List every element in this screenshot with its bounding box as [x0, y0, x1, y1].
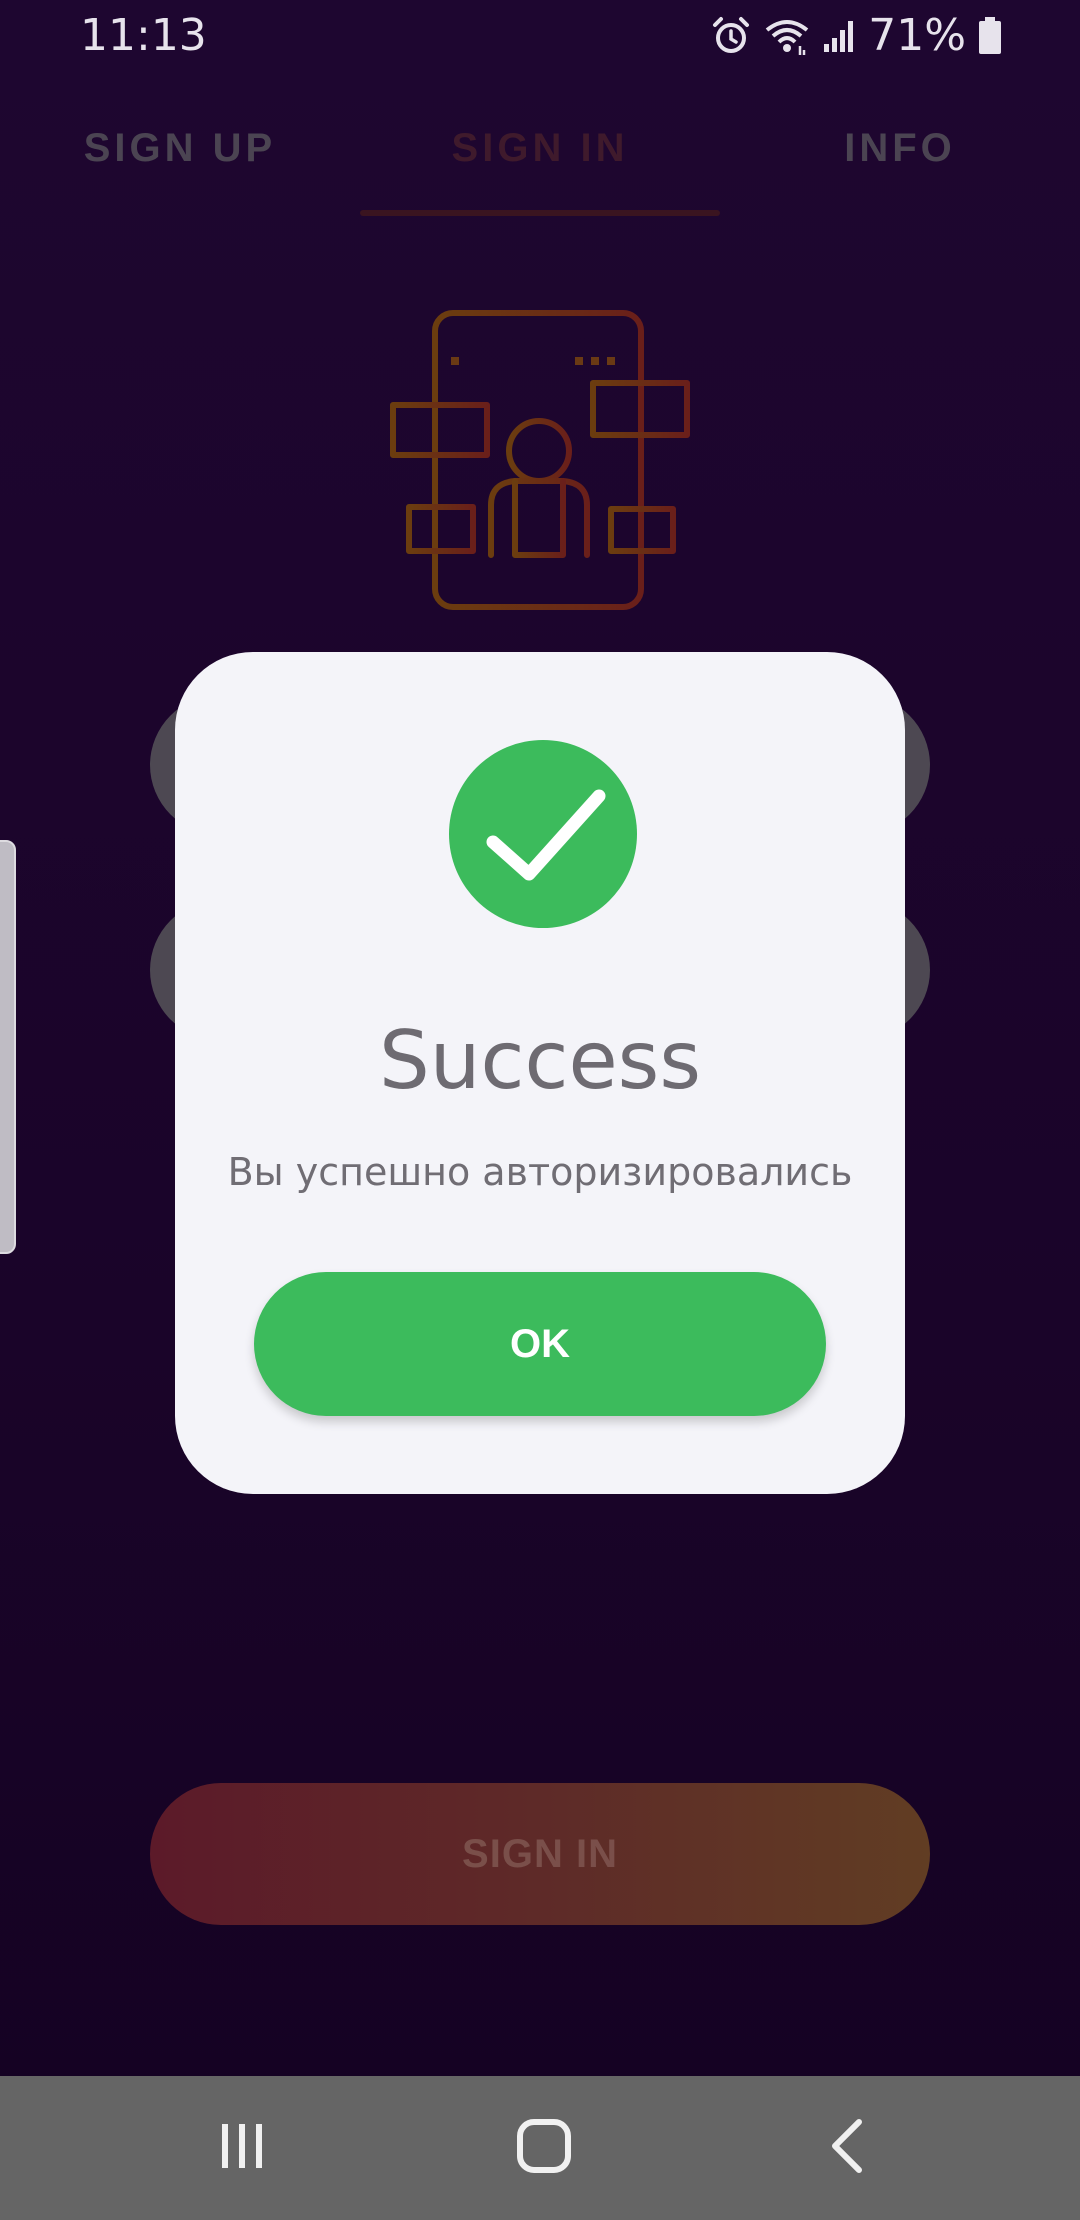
dialog-title: Success: [378, 1014, 702, 1107]
home-icon: [514, 2116, 574, 2181]
home-button[interactable]: [464, 2076, 624, 2220]
recents-icon: [212, 2118, 272, 2179]
navigation-bar: [0, 2076, 1080, 2220]
recents-button[interactable]: [162, 2076, 322, 2220]
back-icon: [823, 2116, 873, 2181]
ok-button[interactable]: OK: [254, 1272, 826, 1416]
success-dialog: Success Вы успешно авторизировались OK: [175, 652, 905, 1494]
dialog-message: Вы успешно авторизировались: [227, 1150, 853, 1194]
check-icon: [449, 740, 637, 928]
back-button[interactable]: [768, 2076, 928, 2220]
